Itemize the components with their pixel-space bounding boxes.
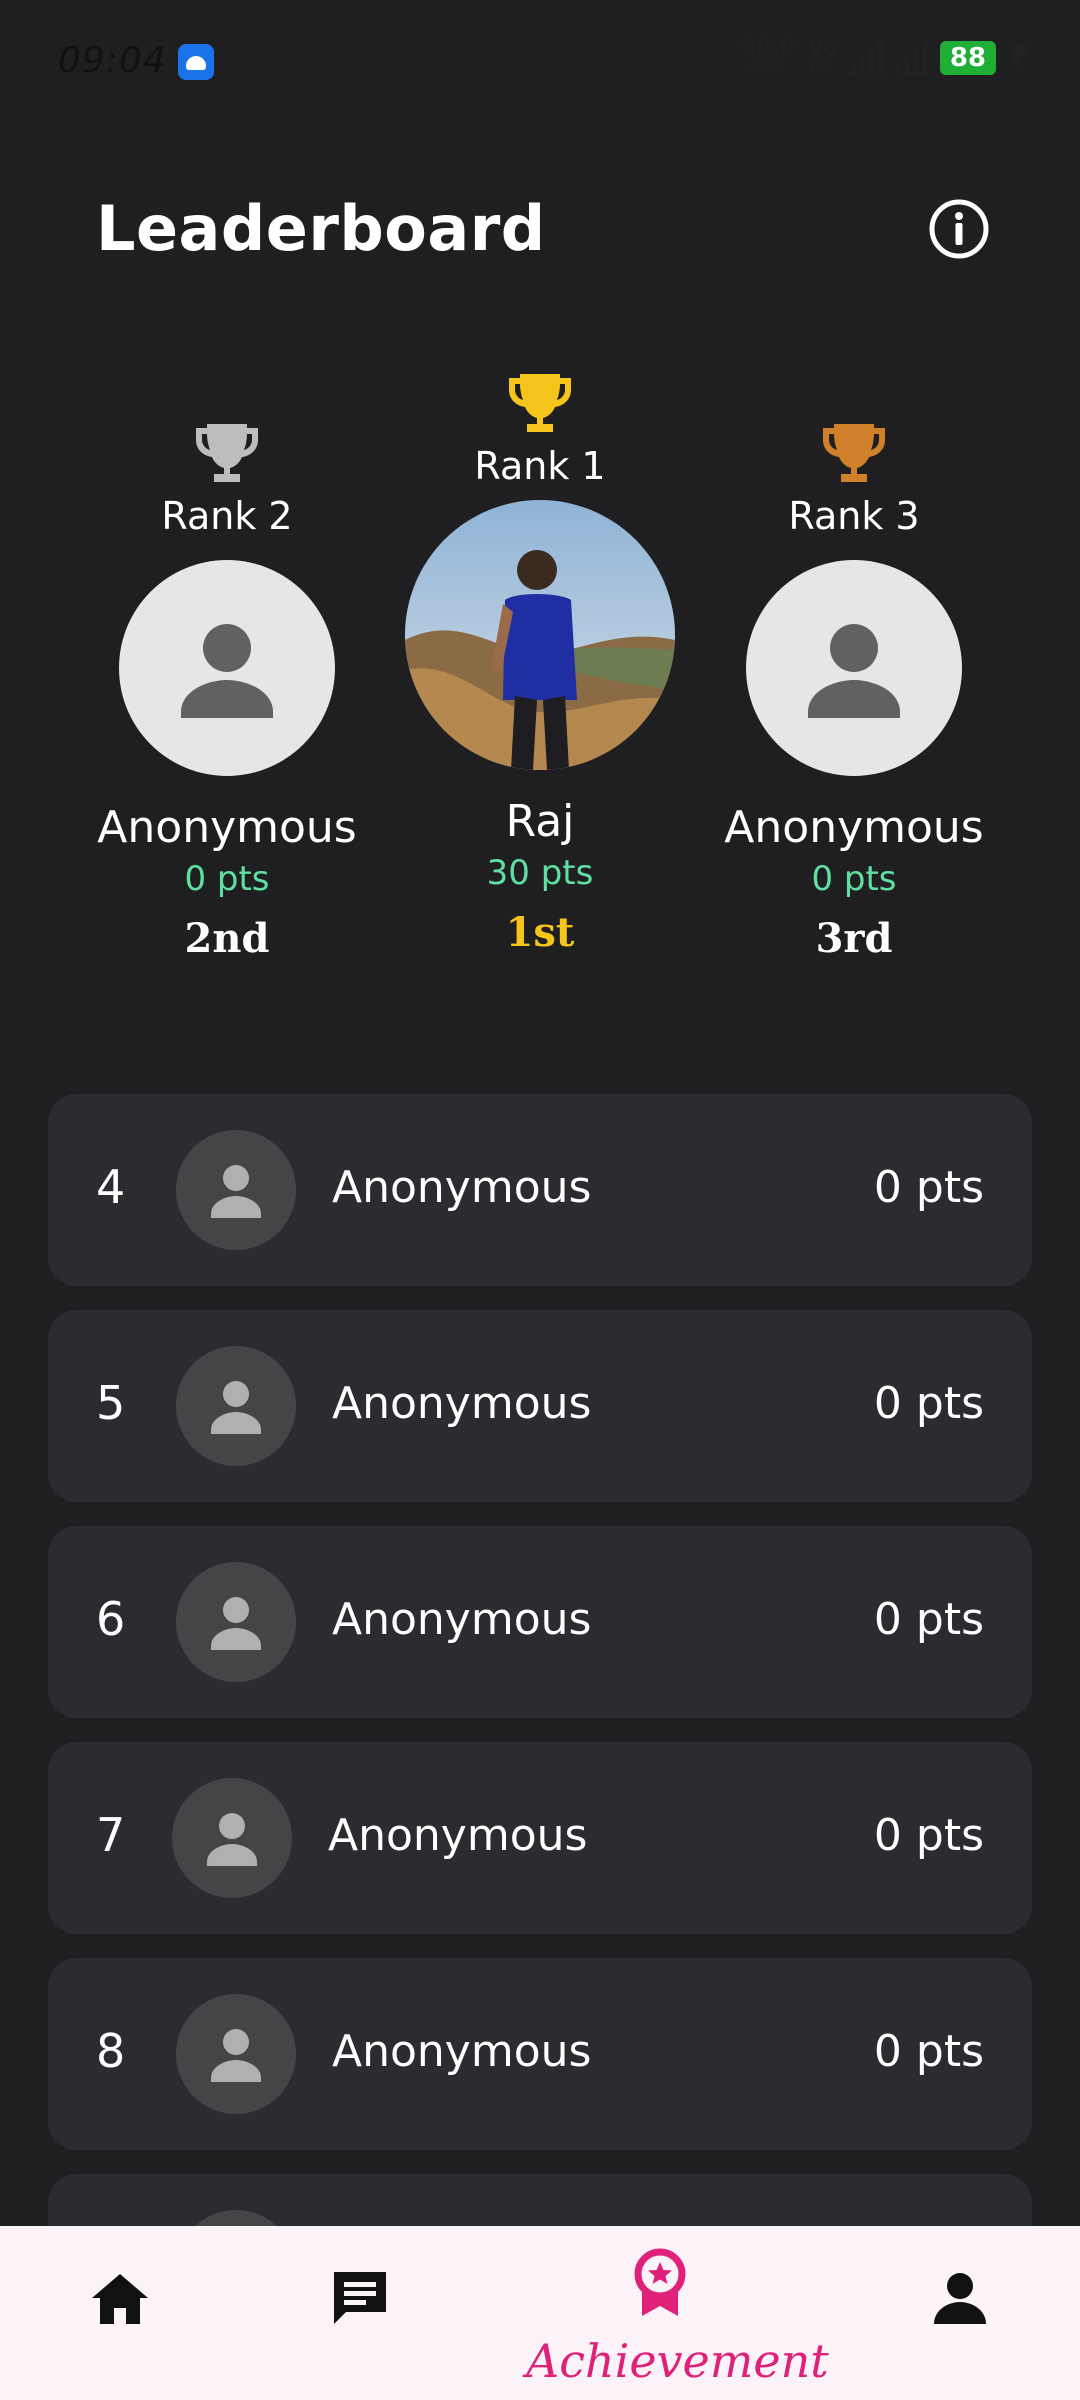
person-icon (808, 624, 900, 718)
person-icon (211, 1597, 261, 1650)
list-item[interactable]: 5 Anonymous 0 pts (48, 1310, 1032, 1502)
status-time: 09:04 (58, 40, 167, 81)
trophy-bronze-icon (823, 424, 885, 482)
list-item-name: Anonymous (332, 1162, 592, 1213)
list-item-name: Anonymous (332, 2026, 592, 2077)
podium-second-place: 2nd (184, 915, 270, 962)
list-item-partial[interactable] (48, 2174, 1032, 2234)
person-icon (181, 624, 273, 718)
status-bar: 09:04 60.0 KB/S Vo LTE 88 (0, 0, 1080, 125)
info-icon (929, 199, 989, 259)
battery-icon: 88 (939, 41, 996, 75)
profile-photo (405, 500, 675, 770)
list-item-name: Anonymous (328, 1810, 588, 1861)
avatar-second (119, 560, 335, 776)
person-icon (211, 1165, 261, 1218)
podium-third-name: Anonymous (724, 802, 984, 853)
home-icon (92, 2274, 148, 2324)
avatar-first-photo (405, 500, 675, 770)
network-speed: 60.0 KB/S (741, 38, 795, 76)
list-item[interactable]: 7 Anonymous 0 pts (48, 1742, 1032, 1934)
person-icon (211, 1381, 261, 1434)
network-type-lte: LTE (809, 59, 836, 75)
list-item-points: 0 pts (873, 1594, 984, 1645)
nav-profile[interactable] (928, 2266, 992, 2334)
list-item[interactable]: 8 Anonymous 0 pts (48, 1958, 1032, 2150)
nav-chat[interactable] (328, 2266, 392, 2334)
trophy-gold-icon (509, 374, 571, 432)
list-item-avatar (172, 1778, 292, 1898)
list-item-points: 0 pts (873, 1810, 984, 1861)
person-icon (207, 1813, 257, 1866)
podium-third[interactable]: Rank 3 Anonymous 0 pts 3rd (704, 420, 1004, 962)
achievement-icon (634, 2248, 686, 2316)
podium-second-name: Anonymous (97, 802, 357, 853)
chat-icon (334, 2272, 386, 2324)
list-item-rank: 7 (96, 1808, 126, 1862)
page-title: Leaderboard (96, 192, 546, 265)
list-item-avatar (176, 1994, 296, 2114)
list-item-rank: 4 (96, 1160, 126, 1214)
podium-second-points: 0 pts (184, 859, 270, 899)
podium-second-rank-label: Rank 2 (161, 494, 293, 538)
info-button[interactable] (928, 198, 990, 260)
person-icon (211, 2029, 261, 2082)
podium-first-rank-label: Rank 1 (474, 444, 606, 488)
podium-second[interactable]: Rank 2 Anonymous 0 pts 2nd (77, 420, 377, 962)
nav-achievement-label[interactable]: Achievement (526, 2334, 829, 2388)
list-item-points: 0 pts (873, 1162, 984, 1213)
podium-third-rank-label: Rank 3 (788, 494, 920, 538)
podium-third-points: 0 pts (811, 859, 897, 899)
list-item-avatar (176, 1562, 296, 1682)
trophy-silver-icon (196, 424, 258, 482)
list-item-points: 0 pts (873, 1378, 984, 1429)
list-item-avatar (176, 1130, 296, 1250)
list-item-rank: 8 (96, 2024, 126, 2078)
list-item-name: Anonymous (332, 1378, 592, 1429)
signal-icon-2 (894, 41, 928, 75)
nav-home[interactable] (88, 2266, 152, 2334)
list-item-rank: 5 (96, 1376, 126, 1430)
podium-third-place: 3rd (815, 915, 893, 962)
list-item-avatar (176, 1346, 296, 1466)
podium-first-points: 30 pts (486, 853, 594, 893)
list-item-name: Anonymous (332, 1594, 592, 1645)
list-item-rank: 6 (96, 1592, 126, 1646)
nav-achievement[interactable] (628, 2248, 692, 2322)
signal-icon (849, 41, 883, 75)
bottom-navigation: Achievement (0, 2226, 1080, 2400)
podium-first[interactable]: Rank 1 Raj 30 pts 1st (390, 370, 690, 956)
list-item-points: 0 pts (873, 2026, 984, 2077)
podium-first-name: Raj (505, 796, 575, 847)
list-item[interactable]: 4 Anonymous 0 pts (48, 1094, 1032, 1286)
podium-first-place: 1st (505, 909, 575, 956)
profile-icon (934, 2273, 986, 2324)
avatar-third (746, 560, 962, 776)
status-icons: 60.0 KB/S Vo LTE 88 (741, 38, 1031, 76)
charging-icon (1005, 46, 1031, 70)
list-item[interactable]: 6 Anonymous 0 pts (48, 1526, 1032, 1718)
network-type: Vo LTE (807, 38, 838, 76)
android-app-icon (178, 44, 214, 80)
